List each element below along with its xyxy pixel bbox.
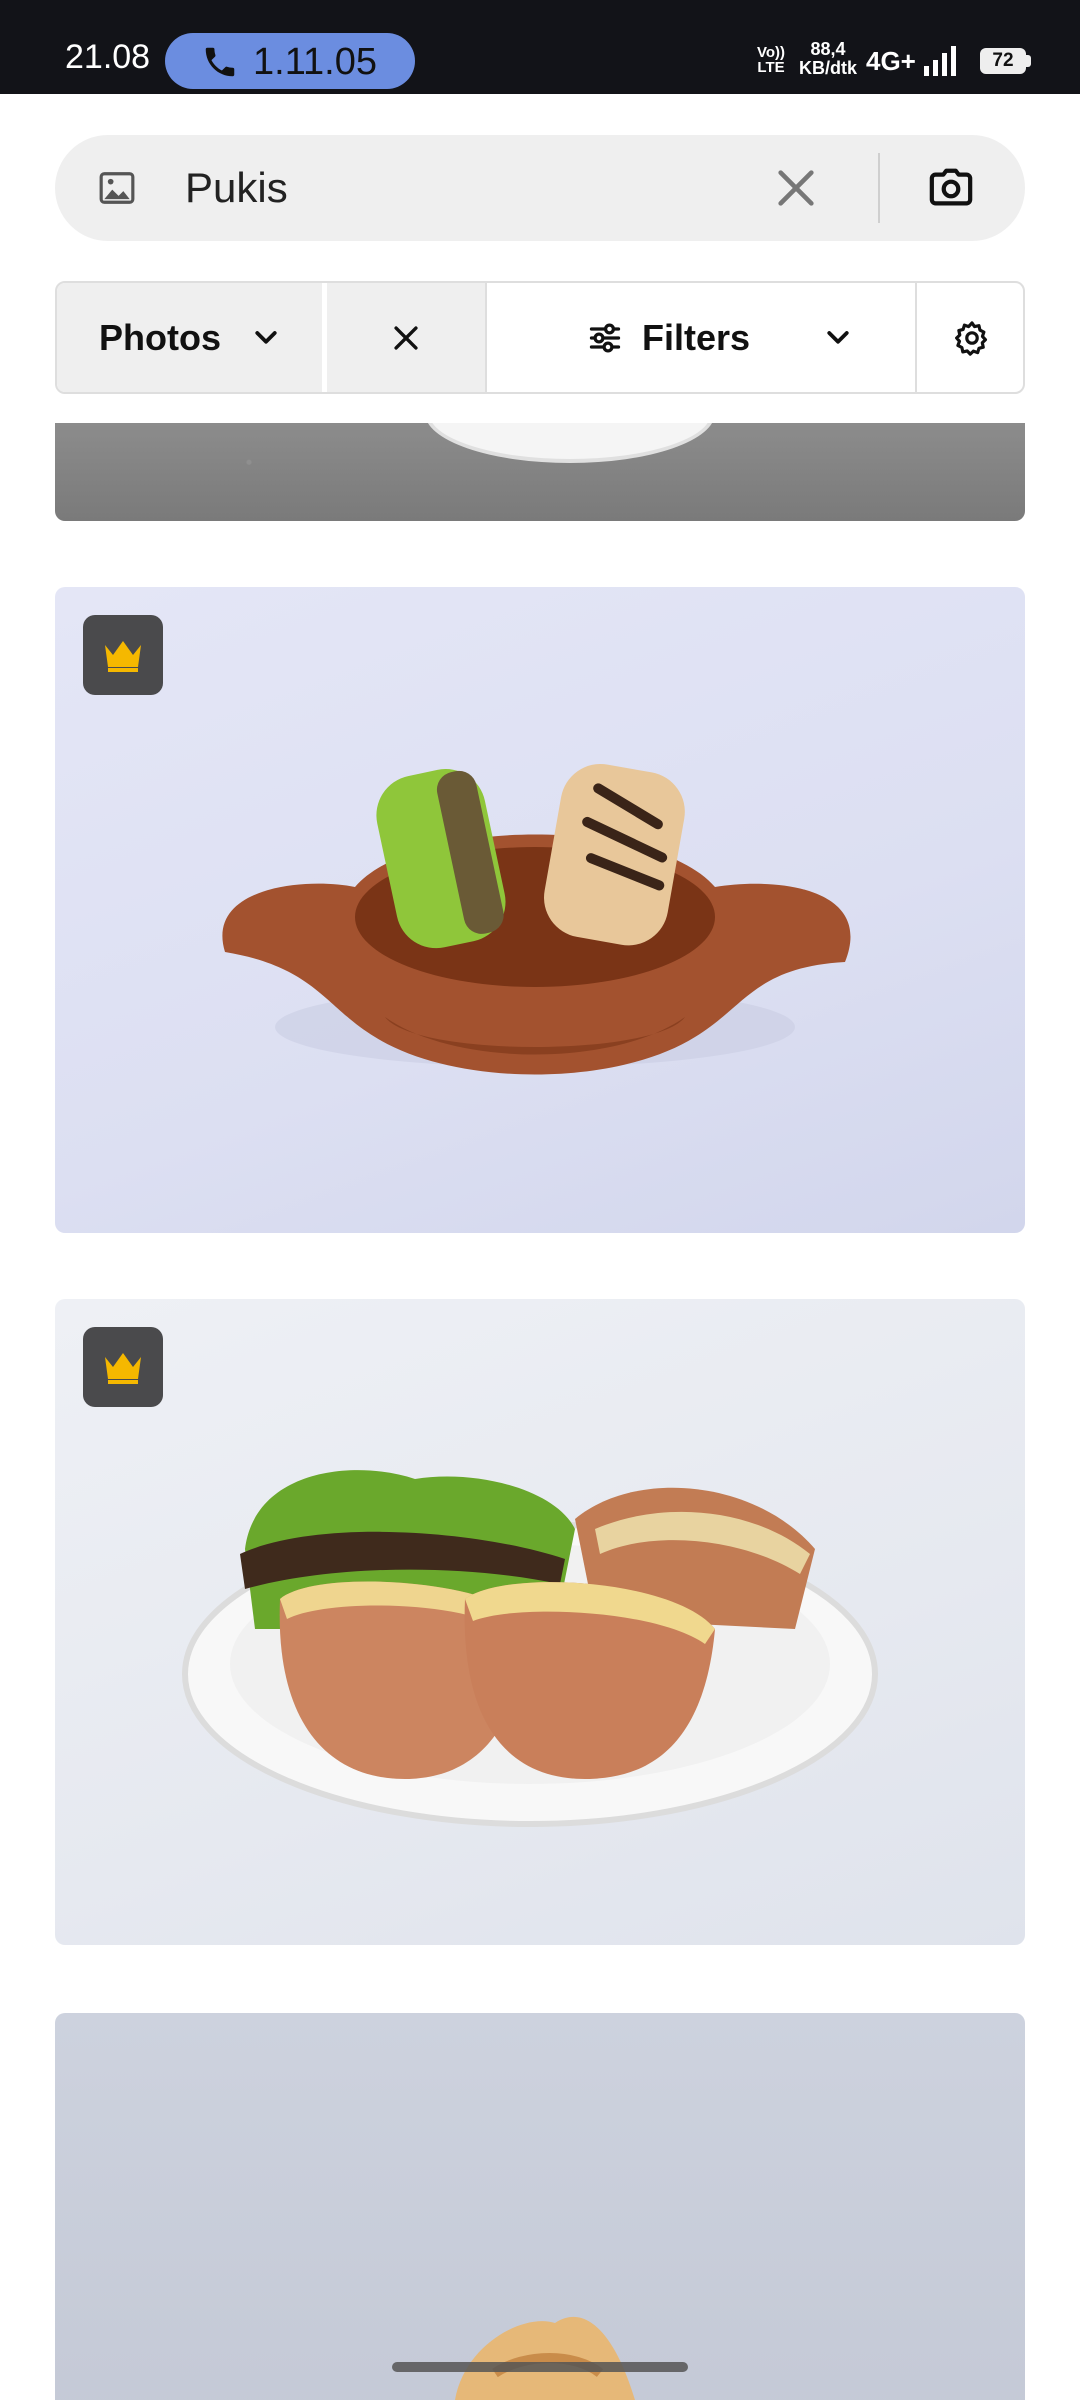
volte-top: Vo)) — [756, 44, 786, 61]
close-icon[interactable] — [773, 165, 819, 211]
photo-result[interactable] — [55, 1299, 1025, 1945]
filter-bar: Photos Filters — [55, 281, 1025, 394]
status-time: 21.08 — [65, 38, 151, 76]
network-type: 4G+ — [866, 46, 916, 76]
chevron-down-icon — [827, 331, 849, 344]
crown-icon — [105, 641, 141, 672]
close-icon — [394, 326, 418, 350]
image-icon[interactable] — [97, 169, 137, 207]
network-speed-unit: KB/dtk — [799, 57, 857, 78]
media-type-label: Photos — [99, 317, 221, 358]
volte-indicator: Vo)) LTE — [756, 45, 786, 75]
signal-icon — [924, 46, 956, 76]
home-indicator[interactable] — [392, 2362, 688, 2372]
camera-icon[interactable] — [928, 165, 974, 211]
phone-icon — [205, 47, 235, 77]
filters-label: Filters — [642, 317, 751, 358]
clear-media-type-button[interactable] — [327, 283, 485, 392]
media-type-dropdown[interactable]: Photos — [57, 283, 322, 392]
premium-badge[interactable] — [83, 615, 163, 695]
photo-result[interactable] — [55, 423, 1025, 521]
status-icons: Vo)) LTE 88,4 KB/dtk 4G+ 72 — [680, 0, 1080, 94]
status-bar: 21.08 1.11.05 Vo)) LTE 88,4 KB/dtk 4G+ 7… — [0, 0, 1080, 94]
premium-badge[interactable] — [83, 1327, 163, 1407]
sliders-icon — [589, 323, 621, 353]
photo-result[interactable] — [55, 587, 1025, 1233]
ongoing-call-pill[interactable]: 1.11.05 — [165, 33, 415, 89]
network-speed-value: 88,4 — [810, 39, 846, 59]
gear-icon — [955, 321, 988, 356]
photo-result[interactable] — [55, 2013, 1025, 2400]
chevron-down-icon — [255, 331, 277, 344]
search-bar — [55, 135, 1025, 241]
battery-icon: 72 — [980, 48, 1026, 74]
search-input[interactable] — [185, 159, 805, 217]
crown-icon — [105, 1353, 141, 1384]
photo-image — [182, 1470, 878, 1827]
plate-image-detail — [425, 423, 715, 463]
photo-image — [222, 763, 851, 1075]
filters-button[interactable]: Filters — [485, 283, 915, 392]
volte-bottom: LTE — [757, 59, 785, 76]
photo-image — [455, 2316, 635, 2400]
battery-cap — [1026, 55, 1031, 67]
search-divider — [878, 153, 880, 223]
settings-button[interactable] — [915, 283, 1023, 392]
network-speed: 88,4 KB/dtk — [795, 40, 861, 78]
call-timer: 1.11.05 — [253, 41, 377, 83]
